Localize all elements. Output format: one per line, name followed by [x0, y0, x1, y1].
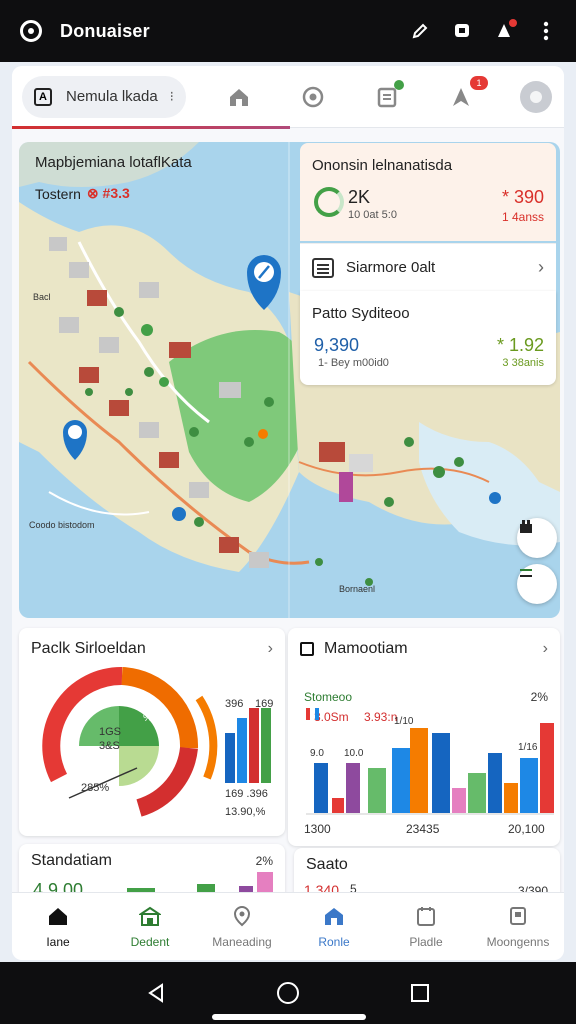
building-icon: [322, 905, 346, 927]
top-toolbar: A Nemula lkada ⁝ 1: [12, 66, 564, 129]
map-title: Mapbjemiana lotaflKata: [35, 154, 192, 171]
calendar-icon: [414, 905, 438, 927]
target-icon[interactable]: [298, 82, 328, 112]
stat-card-2-value: 9,390: [314, 335, 360, 355]
stat-card-1[interactable]: Ononsin lelnanatisda 2K 10 0at 5:0 * 390…: [300, 143, 556, 241]
app-logo-icon: [20, 20, 42, 42]
home-icon: [46, 905, 70, 927]
nav-item-ronle[interactable]: Ronle: [288, 893, 380, 960]
nav-label-moongenns: Moongenns: [486, 934, 550, 949]
map-pin-orange[interactable]: [258, 429, 268, 439]
map-pin-right[interactable]: [489, 492, 501, 504]
bar-top-label-2: 10.0: [344, 748, 364, 759]
bar-x-label-2: 23435: [406, 822, 440, 836]
map-subtitle: Tostern: [35, 185, 81, 202]
chat-icon[interactable]: [452, 21, 472, 41]
map-pin-green[interactable]: [141, 324, 153, 336]
gauge-inner-label-2: 3&S: [99, 740, 120, 752]
bottom-nav: Iane Dedent Maneading Ronle Pladle Moong…: [12, 892, 564, 960]
clipboard-icon[interactable]: [372, 79, 404, 112]
avatar-icon[interactable]: [520, 80, 552, 113]
navigation-icon[interactable]: 1: [446, 75, 488, 112]
map-label-3: Bornaenl: [339, 584, 376, 594]
gauge-pct-label: 285%: [81, 782, 110, 794]
map-title-card: Mapbjemiana lotaflKata Tostern ⊗ #3.3: [35, 154, 235, 202]
bars-bottom-label-1: 169 .396: [225, 788, 268, 800]
stat-card-1-value: 2K: [348, 187, 371, 207]
recents-icon[interactable]: [407, 980, 433, 1006]
stat-card-1-header: Ononsin lelnanatisda: [312, 157, 453, 174]
nav-label-ronle: Ronle: [318, 934, 350, 949]
stat-card-2[interactable]: Patto Syditeoo 9,390 1- Bey m00id0 * 1.9…: [300, 291, 556, 385]
stat-card-1-sub: 10 0at 5:0: [348, 209, 397, 221]
location-pin-icon: [230, 905, 254, 927]
nav-item-pladle[interactable]: Pladle: [380, 893, 472, 960]
more-icon[interactable]: ⁝: [170, 88, 174, 105]
home-circle-icon[interactable]: [275, 980, 301, 1006]
alert-icon[interactable]: [494, 19, 517, 41]
search-pill[interactable]: A Nemula lkada ⁝: [22, 75, 186, 118]
pencil-icon[interactable]: [410, 21, 430, 41]
nav-label-home: Iane: [46, 934, 70, 949]
map-pin-small[interactable]: [172, 507, 186, 521]
stat-card-2-header: Patto Syditeoo: [312, 305, 410, 322]
home-indicator[interactable]: [212, 1014, 366, 1020]
tab-underline: [12, 126, 290, 129]
status-bar: Donuaiser: [0, 0, 576, 62]
filter-button[interactable]: [517, 564, 557, 604]
more-vert-icon[interactable]: [536, 21, 556, 41]
bar-chart: [306, 708, 554, 815]
stat-card-1-right-value: * 390: [501, 187, 544, 207]
bar-x-label-3: 20,100: [508, 822, 545, 836]
gauge-panel[interactable]: Paclk Sirloeldan › 1GS 3&S % b 285% 396 …: [19, 628, 285, 836]
summary-row-label: Siarmore 0alt: [346, 259, 436, 276]
app-window: A Nemula lkada ⁝ 1 Mapbjemiana lotaflKat…: [12, 66, 564, 960]
building-icon: A: [34, 87, 52, 106]
stat-card-2-right-value: * 1.92: [496, 335, 544, 355]
app-title: Donuaiser: [60, 20, 150, 41]
back-icon[interactable]: [143, 980, 169, 1006]
bars-top-label-2: 169: [255, 698, 274, 710]
stat-card-2-sub: 1- Bey m00id0: [318, 357, 389, 369]
gauge-chart: [42, 666, 271, 817]
nav-item-moongenns[interactable]: Moongenns: [472, 893, 564, 960]
progress-ring-icon: [314, 187, 344, 217]
search-text: Nemula lkada: [66, 88, 158, 105]
bar-top-label-3: 1/10: [394, 716, 414, 727]
stat-card-1-right-sub: 1 4anss: [501, 210, 544, 224]
bar-chart-panel[interactable]: Mamootiam › Stomeoo 2% 3.0Sm 3.93:n 9.0 …: [288, 628, 560, 846]
bar-top-label-1: 9.0: [310, 748, 324, 759]
chevron-right-icon: ›: [538, 257, 544, 277]
bar-x-label-1: 1300: [304, 822, 331, 836]
map-subtitle-value: ⊗ #3.3: [86, 185, 130, 201]
nav-item-dedent[interactable]: Dedent: [104, 893, 196, 960]
notification-count: 1: [470, 75, 488, 90]
bars-bottom-label-2: 13.90,%: [225, 806, 266, 818]
nav-label-maneading: Maneading: [212, 934, 272, 949]
map-pin-green-2[interactable]: [159, 377, 169, 387]
map-label-1: Bacl: [33, 292, 51, 302]
nav-item-maneading[interactable]: Maneading: [196, 893, 288, 960]
home-icon[interactable]: [224, 82, 254, 112]
stat-card-2-right-sub: 3 38anis: [502, 357, 544, 369]
nav-label-pladle: Pladle: [409, 934, 443, 949]
bars-top-label-1: 396: [225, 698, 244, 710]
gauge-inner-label-1: 1GS: [99, 726, 122, 738]
gauge-ring-label: % b: [143, 712, 162, 724]
layers-button[interactable]: [517, 518, 557, 558]
saato-title: Saato: [306, 856, 348, 873]
bookmark-icon: [506, 905, 530, 927]
document-icon: [312, 257, 334, 278]
bar-top-label-4: 1/16: [518, 742, 538, 753]
summary-row-link[interactable]: Siarmore 0alt ›: [300, 243, 556, 291]
nav-label-dedent: Dedent: [130, 934, 170, 949]
bank-icon: [138, 905, 162, 927]
map-label-2: Coodo bistodom: [29, 520, 95, 530]
nav-item-home[interactable]: Iane: [12, 893, 104, 960]
alert-badge: [509, 19, 517, 27]
clipboard-badge: [394, 79, 404, 90]
